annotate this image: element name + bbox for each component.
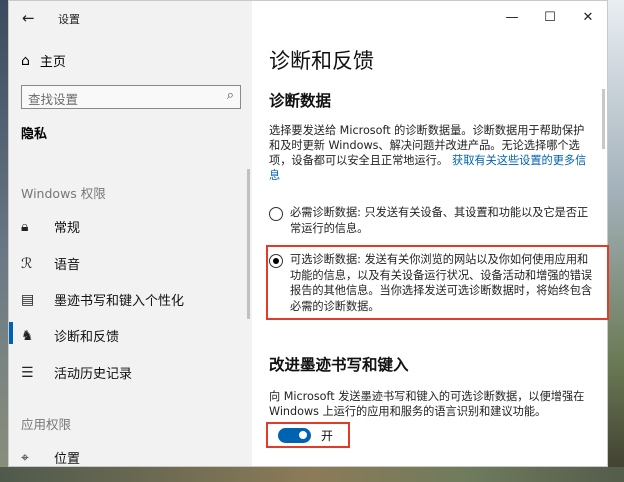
sidebar-item-label: 常规	[54, 221, 81, 236]
sidebar-item-label: 语音	[54, 258, 81, 273]
page-title: 诊断和反馈	[269, 49, 374, 73]
sidebar-item-diagnostics[interactable]: ♞ 诊断和反馈	[21, 326, 120, 346]
sidebar: ← 设置 ⌂ 主页 查找设置 ⌕ 隐私 Windows 权限 🔒︎ 常规 ℛ 语…	[9, 1, 252, 468]
main-scrollbar[interactable]	[602, 89, 605, 149]
location-icon: ⌖	[21, 449, 29, 466]
section-title: 隐私	[21, 127, 48, 142]
group-label-windows-permissions: Windows 权限	[21, 186, 106, 201]
minimize-button[interactable]: —	[493, 1, 531, 33]
feedback-icon: ♞	[21, 327, 34, 344]
radio-label: 可选诊断数据: 发送有关你浏览的网站以及你如何使用应用和功能的信息，以及有关设备…	[290, 253, 593, 313]
speech-icon: ℛ	[21, 255, 33, 272]
sidebar-item-activity-history[interactable]: ☰ 活动历史记录	[21, 363, 133, 383]
sidebar-item-label: 诊断和反馈	[54, 330, 120, 345]
inking-heading: 改进墨迹书写和键入	[269, 356, 409, 374]
app-title: 设置	[58, 13, 80, 26]
title-bar: ← 设置	[9, 1, 252, 35]
sidebar-item-speech[interactable]: ℛ 语音	[21, 254, 81, 274]
close-button[interactable]: ✕	[569, 1, 607, 33]
maximize-button[interactable]: ☐	[531, 1, 569, 33]
sidebar-item-label: 活动历史记录	[54, 367, 133, 382]
inking-toggle-row[interactable]: 开	[266, 422, 350, 448]
sidebar-item-label: 位置	[54, 452, 81, 467]
sidebar-item-label: 主页	[39, 55, 66, 70]
sidebar-item-label: 墨迹书写和键入个性化	[54, 294, 185, 309]
radio-button-selected[interactable]	[269, 254, 283, 268]
clipboard-icon: ▤	[21, 291, 35, 308]
settings-window: ← 设置 ⌂ 主页 查找设置 ⌕ 隐私 Windows 权限 🔒︎ 常规 ℛ 语…	[8, 0, 609, 468]
toggle-label: 开	[321, 428, 334, 443]
sidebar-item-location[interactable]: ⌖ 位置	[21, 448, 81, 468]
window-controls: — ☐ ✕	[493, 1, 607, 35]
timeline-icon: ☰	[21, 364, 34, 381]
radio-optional-diagnostic[interactable]: 可选诊断数据: 发送有关你浏览的网站以及你如何使用应用和功能的信息，以及有关设备…	[269, 252, 594, 314]
group-label-app-permissions: 应用权限	[21, 417, 72, 432]
sidebar-scrollbar[interactable]	[247, 169, 250, 319]
search-input[interactable]: 查找设置 ⌕	[21, 85, 241, 109]
main-content: — ☐ ✕ 诊断和反馈 诊断数据 选择要发送给 Microsoft 的诊断数据量…	[252, 1, 609, 466]
lock-icon: 🔒︎	[21, 218, 29, 235]
diagnostic-data-heading: 诊断数据	[269, 92, 332, 110]
sidebar-item-general[interactable]: 🔒︎ 常规	[21, 217, 81, 237]
search-icon[interactable]: ⌕	[227, 88, 234, 103]
search-placeholder: 查找设置	[28, 92, 79, 107]
toggle-switch[interactable]	[278, 427, 311, 443]
desktop-taskbar-area	[0, 467, 624, 482]
inking-description: 向 Microsoft 发送墨迹书写和键入的可选诊断数据，以便增强在 Windo…	[269, 390, 585, 418]
sidebar-item-inking[interactable]: ▤ 墨迹书写和键入个性化	[21, 290, 185, 310]
radio-required-diagnostic[interactable]: 必需诊断数据: 只发送有关设备、其设置和功能以及它是否正常运行的信息。	[269, 205, 594, 236]
radio-label: 必需诊断数据: 只发送有关设备、其设置和功能以及它是否正常运行的信息。	[290, 206, 589, 235]
sidebar-item-home[interactable]: ⌂ 主页	[21, 51, 66, 71]
active-indicator	[9, 322, 13, 344]
back-arrow-icon[interactable]: ←	[22, 9, 35, 27]
diagnostic-description: 选择要发送给 Microsoft 的诊断数据量。诊断数据用于帮助保护和及时更新 …	[269, 123, 594, 183]
radio-button[interactable]	[269, 207, 283, 221]
home-icon: ⌂	[21, 52, 30, 69]
